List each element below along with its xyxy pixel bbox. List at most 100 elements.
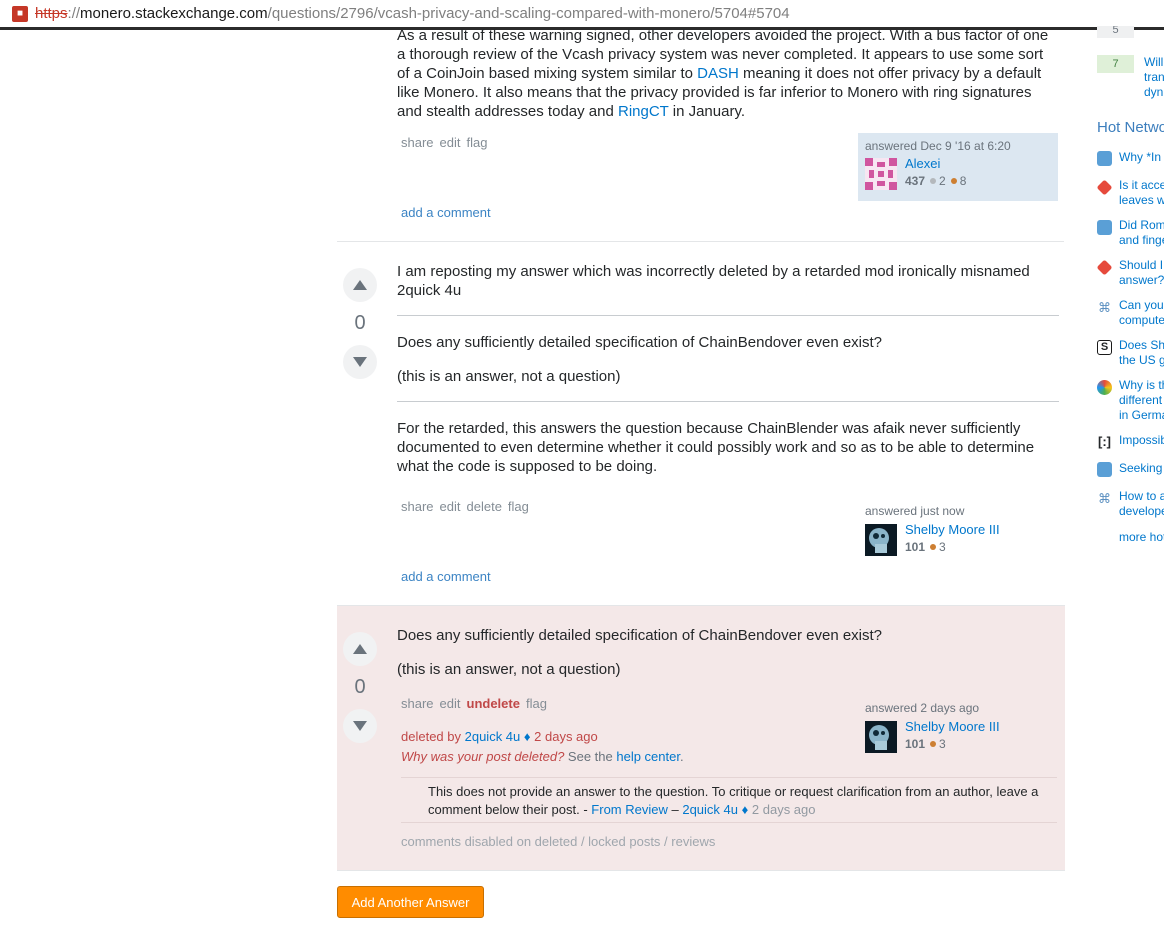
bronze-badge-count: 8 — [959, 174, 967, 188]
reputation-score: 437 — [905, 174, 926, 188]
bronze-badge-icon — [930, 544, 937, 550]
linked-question-link[interactable]: tran — [1144, 70, 1164, 85]
owner-signature: answered just now Shelby Moore III 101 3 — [865, 504, 1060, 556]
answer-body: I am reposting my answer which was incor… — [397, 262, 1059, 491]
linked-question-link[interactable]: dyn — [1144, 85, 1163, 100]
reputation-score: 101 — [905, 540, 926, 554]
site-icon: ⌘ — [1097, 300, 1112, 315]
dash-link[interactable]: DASH — [697, 65, 739, 82]
vote-cell: 0 — [337, 268, 383, 379]
upvote-button[interactable] — [343, 632, 377, 666]
hot-question-link[interactable]: How to a — [1119, 489, 1164, 504]
hot-question-link[interactable]: different — [1119, 393, 1162, 408]
silver-badge-icon — [930, 178, 937, 184]
bronze-badge-count: 3 — [939, 540, 946, 554]
site-icon — [1097, 462, 1112, 477]
insecure-lock-icon[interactable]: ■ — [12, 5, 28, 22]
hot-question-link[interactable]: Why *In — [1119, 150, 1161, 165]
site-icon: S — [1097, 340, 1112, 355]
hot-question-link[interactable]: Impossib — [1119, 433, 1164, 448]
comment-divider — [401, 777, 1057, 778]
owner-signature: answered 2 days ago Shelby Moore III 101… — [865, 701, 1060, 753]
answer-body: As a result of these warning signed, oth… — [397, 26, 1057, 121]
hot-question-link[interactable]: Can you — [1119, 298, 1164, 313]
bronze-badge-count: 3 — [939, 737, 946, 751]
add-comment-link[interactable]: add a comment — [401, 205, 491, 220]
moderator-diamond-icon: ♦ — [741, 802, 749, 817]
hot-question-link[interactable]: Why is th — [1119, 378, 1164, 393]
answer-text-line: a thorough review of the Vcash privacy s… — [397, 46, 1044, 63]
upvote-button[interactable] — [343, 268, 377, 302]
share-link[interactable]: share — [401, 135, 434, 150]
post-menu: share edit undelete flag — [401, 696, 553, 711]
user-avatar[interactable] — [865, 524, 897, 556]
moderator-link[interactable]: 2quick 4u — [465, 729, 521, 744]
site-icon — [1097, 151, 1112, 166]
user-avatar[interactable] — [865, 158, 897, 190]
hot-question-link[interactable]: Does Sh — [1119, 338, 1164, 353]
moderator-diamond-icon: ♦ — [523, 729, 531, 744]
flag-link[interactable]: flag — [508, 499, 529, 514]
hot-question-link[interactable]: compute — [1119, 313, 1164, 328]
horizontal-rule — [397, 401, 1059, 402]
site-icon — [1097, 220, 1112, 235]
review-comment: This does not provide an answer to the q… — [428, 784, 1039, 817]
hot-question-link[interactable]: Should I — [1119, 258, 1163, 273]
user-name-link[interactable]: Alexei — [905, 156, 940, 171]
hot-question-link[interactable]: Is it acce — [1119, 178, 1164, 193]
downvote-button[interactable] — [343, 709, 377, 743]
add-comment-link[interactable]: add a comment — [401, 569, 491, 584]
comment-divider — [401, 822, 1057, 823]
answered-time: answered 2 days ago — [865, 701, 980, 715]
hot-question-link[interactable]: in Germa — [1119, 408, 1164, 423]
share-link[interactable]: share — [401, 499, 434, 514]
answer-paragraph: I am reposting my answer which was incor… — [397, 263, 1030, 299]
undelete-link[interactable]: undelete — [467, 696, 520, 711]
add-another-answer-button[interactable]: Add Another Answer — [337, 886, 484, 918]
edit-link[interactable]: edit — [440, 499, 461, 514]
owner-signature: answered Dec 9 '16 at 6:20 Alexei 437 2 8 — [858, 133, 1058, 201]
help-center-link[interactable]: help center — [616, 749, 680, 764]
user-avatar[interactable] — [865, 721, 897, 753]
hot-question-link[interactable]: and finge — [1119, 233, 1164, 248]
user-name-link[interactable]: Shelby Moore III — [905, 522, 1000, 537]
site-icon — [1097, 380, 1112, 395]
delete-link[interactable]: delete — [467, 499, 502, 514]
downvote-button[interactable] — [343, 345, 377, 379]
hot-question-link[interactable]: leaves w — [1119, 193, 1164, 208]
hot-question-link[interactable]: answer? — [1119, 273, 1164, 288]
hot-question-link[interactable]: develope — [1119, 504, 1164, 519]
bronze-badge-icon — [930, 741, 937, 747]
url-scheme: https — [35, 5, 68, 22]
hot-question-link[interactable]: the US g — [1119, 353, 1164, 368]
post-menu: share edit flag — [401, 135, 493, 150]
hot-question-link[interactable]: Seeking — [1119, 461, 1162, 476]
flag-link[interactable]: flag — [467, 135, 488, 150]
from-review-link[interactable]: From Review — [591, 802, 668, 817]
more-hot-questions-link[interactable]: more hot — [1119, 530, 1164, 545]
answer-paragraph: For the retarded, this answers the quest… — [397, 420, 1035, 475]
answered-time: answered Dec 9 '16 at 6:20 — [865, 139, 1011, 153]
comment-time: 2 days ago — [751, 802, 816, 817]
up-arrow-icon — [353, 644, 367, 654]
answer-paragraph: Does any sufficiently detailed specifica… — [397, 627, 883, 644]
user-name-link[interactable]: Shelby Moore III — [905, 719, 1000, 734]
vote-count: 0 — [354, 676, 366, 698]
share-link[interactable]: share — [401, 696, 434, 711]
ringct-link[interactable]: RingCT — [618, 103, 669, 120]
edit-link[interactable]: edit — [440, 135, 461, 150]
flag-link[interactable]: flag — [526, 696, 547, 711]
reputation-score: 101 — [905, 737, 926, 751]
bronze-badge-icon — [950, 178, 957, 184]
answer-paragraph: (this is an answer, not a question) — [397, 661, 621, 678]
answer-divider — [337, 241, 1064, 242]
comment-user-link[interactable]: 2quick 4u — [682, 802, 738, 817]
answer-text-line: As a result of these warning signed, oth… — [397, 27, 1049, 44]
linked-question-link[interactable]: Will — [1144, 55, 1163, 70]
url-host: monero.stackexchange.com — [80, 5, 268, 22]
hot-question-link[interactable]: Did Rom — [1119, 218, 1164, 233]
vote-count: 0 — [354, 312, 366, 334]
answer-body: Does any sufficiently detailed specifica… — [397, 626, 1059, 694]
edit-link[interactable]: edit — [440, 696, 461, 711]
comments-disabled-text: comments disabled on deleted / locked po… — [401, 834, 716, 849]
